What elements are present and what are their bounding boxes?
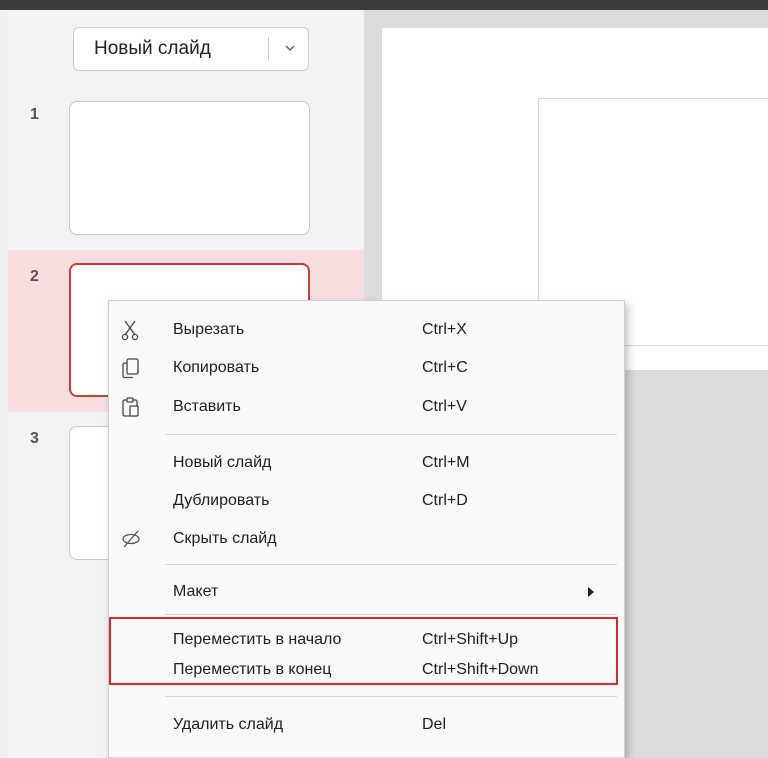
eye-slash-icon	[122, 530, 140, 548]
slide-thumbnail[interactable]	[69, 101, 310, 235]
menu-item-label: Новый слайд	[173, 454, 272, 471]
slide-number: 3	[30, 430, 39, 447]
menu-separator	[165, 696, 617, 697]
new-slide-label: Новый слайд	[94, 38, 211, 59]
context-menu: Вырезать Ctrl+X Копировать Ctrl+C Встави…	[108, 300, 625, 758]
menu-item-shortcut: Ctrl+M	[422, 454, 470, 471]
menu-item-delete-slide[interactable]: Удалить слайд Del	[109, 707, 624, 743]
copy-icon	[122, 358, 139, 379]
button-divider	[268, 37, 269, 61]
menu-separator	[165, 614, 617, 615]
menu-item-label: Удалить слайд	[173, 716, 284, 733]
menu-item-label: Вырезать	[173, 321, 245, 338]
menu-item-shortcut: Del	[422, 716, 447, 733]
menu-item-label: Переместить в конец	[173, 661, 332, 678]
menu-item-label: Вставить	[173, 398, 241, 415]
menu-item-new-slide[interactable]: Новый слайд Ctrl+M	[109, 445, 624, 481]
menu-item-copy[interactable]: Копировать Ctrl+C	[109, 350, 624, 386]
clipboard-icon	[122, 397, 139, 417]
menu-item-label: Дублировать	[173, 492, 270, 509]
menu-item-shortcut: Ctrl+D	[422, 492, 468, 509]
menu-item-shortcut: Ctrl+V	[422, 398, 467, 415]
menu-separator	[165, 434, 617, 435]
chevron-down-icon	[285, 45, 295, 52]
menu-item-label: Копировать	[173, 359, 260, 376]
menu-item-label: Макет	[173, 583, 219, 600]
menu-item-shortcut: Ctrl+C	[422, 359, 468, 376]
menu-item-shortcut: Ctrl+X	[422, 321, 467, 338]
menu-item-paste[interactable]: Вставить Ctrl+V	[109, 389, 624, 425]
menu-item-cut[interactable]: Вырезать Ctrl+X	[109, 312, 624, 348]
submenu-arrow-icon	[588, 587, 594, 597]
menu-item-duplicate[interactable]: Дублировать Ctrl+D	[109, 483, 624, 519]
menu-item-shortcut: Ctrl+Shift+Down	[422, 661, 539, 678]
new-slide-button[interactable]: Новый слайд	[73, 27, 309, 71]
window-top-strip	[0, 0, 768, 10]
menu-item-label: Скрыть слайд	[173, 530, 277, 547]
slide-number: 2	[30, 268, 39, 285]
menu-separator	[165, 564, 617, 565]
scissors-icon	[121, 320, 139, 341]
slide-number: 1	[30, 106, 39, 123]
new-slide-dropdown-button[interactable]	[272, 28, 308, 70]
menu-item-move-to-end[interactable]: Переместить в конец Ctrl+Shift+Down	[109, 652, 624, 688]
menu-item-layout[interactable]: Макет	[109, 574, 624, 610]
menu-item-hide-slide[interactable]: Скрыть слайд	[109, 521, 624, 557]
